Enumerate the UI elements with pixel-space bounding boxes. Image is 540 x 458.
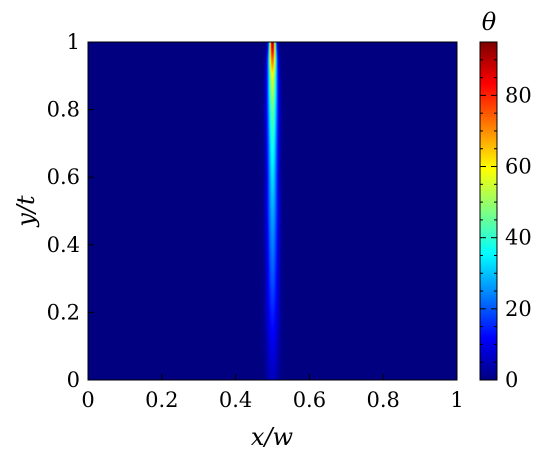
y-axis: 0 0.2 0.4 0.6 0.8 1 (47, 30, 94, 392)
colorbar-tick-label: 40 (505, 226, 532, 250)
colorbar-tick-label: 60 (505, 155, 532, 179)
y-tick-label: 1 (67, 30, 80, 54)
x-tick-label: 0.6 (293, 388, 326, 412)
x-tick-label: 0.4 (219, 388, 252, 412)
y-axis-label: y/t (12, 195, 40, 228)
y-tick-label: 0.2 (47, 300, 80, 324)
x-tick-label: 1 (450, 388, 463, 412)
colorbar-tick-label: 80 (505, 83, 532, 107)
colorbar (479, 41, 498, 381)
heatmap-field (88, 42, 457, 380)
x-tick-label: 0.2 (145, 388, 178, 412)
y-tick-label: 0.8 (47, 98, 80, 122)
heatmap-chart: 0 0.2 0.4 0.6 0.8 1 0 0.2 0.4 0.6 0.8 1 x/w y/t 0 2… (12, 8, 532, 451)
x-tick-label: 0 (81, 388, 94, 412)
y-tick-label: 0 (67, 368, 80, 392)
x-tick-label: 0.8 (366, 388, 399, 412)
colorbar-title: θ (482, 8, 497, 36)
colorbar-tick-label: 20 (505, 297, 532, 321)
y-tick-label: 0.6 (47, 165, 80, 189)
colorbar-tick-label: 0 (505, 368, 518, 392)
y-tick-label: 0.4 (47, 233, 80, 257)
x-axis-label: x/w (251, 423, 294, 451)
